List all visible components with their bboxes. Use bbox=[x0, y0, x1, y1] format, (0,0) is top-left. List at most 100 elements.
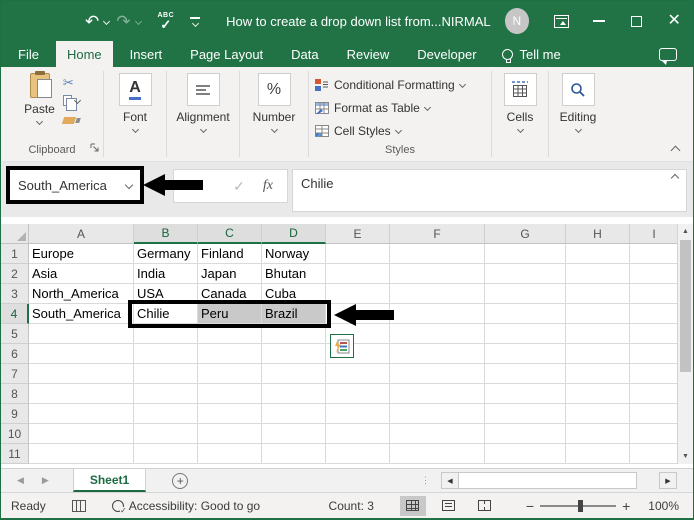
cell-H11[interactable] bbox=[566, 444, 630, 464]
cell-B6[interactable] bbox=[134, 344, 198, 364]
column-header-G[interactable]: G bbox=[485, 224, 566, 244]
row-header-6[interactable]: 6 bbox=[1, 344, 29, 364]
enter-icon[interactable]: ✓ bbox=[233, 178, 245, 195]
horizontal-scrollbar-thumb[interactable] bbox=[459, 472, 637, 489]
column-header-F[interactable]: F bbox=[390, 224, 485, 244]
cell-D2[interactable]: Bhutan bbox=[262, 264, 326, 284]
cell-F3[interactable] bbox=[390, 284, 485, 304]
collapse-ribbon-icon[interactable] bbox=[670, 145, 681, 156]
user-name[interactable]: NIRMAL bbox=[441, 14, 490, 29]
format-as-table-dropdown-icon[interactable] bbox=[423, 103, 431, 112]
scroll-down-icon[interactable]: ▼ bbox=[678, 449, 693, 464]
cell-G3[interactable] bbox=[485, 284, 566, 304]
cell-I11[interactable] bbox=[630, 444, 679, 464]
scroll-left-icon[interactable]: ◀ bbox=[441, 472, 459, 489]
cell-E2[interactable] bbox=[326, 264, 390, 284]
maximize-button[interactable] bbox=[618, 1, 656, 41]
cell-E8[interactable] bbox=[326, 384, 390, 404]
row-header-10[interactable]: 10 bbox=[1, 424, 29, 444]
cell-B10[interactable] bbox=[134, 424, 198, 444]
cell-F7[interactable] bbox=[390, 364, 485, 384]
tab-review[interactable]: Review bbox=[336, 41, 401, 67]
cell-G8[interactable] bbox=[485, 384, 566, 404]
minimize-button[interactable] bbox=[580, 1, 618, 41]
cell-G10[interactable] bbox=[485, 424, 566, 444]
row-header-3[interactable]: 3 bbox=[1, 284, 29, 304]
cell-C2[interactable]: Japan bbox=[198, 264, 262, 284]
row-header-1[interactable]: 1 bbox=[1, 244, 29, 264]
editing-button[interactable]: Editing bbox=[551, 73, 605, 144]
comments-icon[interactable] bbox=[659, 47, 677, 65]
sheet-tab-sheet1[interactable]: Sheet1 bbox=[72, 469, 147, 492]
cell-H9[interactable] bbox=[566, 404, 630, 424]
vertical-scrollbar-thumb[interactable] bbox=[680, 240, 691, 372]
cell-H8[interactable] bbox=[566, 384, 630, 404]
tab-page-layout[interactable]: Page Layout bbox=[179, 41, 274, 67]
row-header-9[interactable]: 9 bbox=[1, 404, 29, 424]
alignment-dropdown-icon[interactable] bbox=[199, 125, 207, 134]
cell-F2[interactable] bbox=[390, 264, 485, 284]
name-box[interactable]: South_America bbox=[10, 178, 126, 193]
row-header-7[interactable]: 7 bbox=[1, 364, 29, 384]
cell-I2[interactable] bbox=[630, 264, 679, 284]
zoom-out-button[interactable]: − bbox=[520, 498, 540, 514]
column-header-B[interactable]: B bbox=[134, 224, 198, 244]
cell-B5[interactable] bbox=[134, 324, 198, 344]
cell-A1[interactable]: Europe bbox=[29, 244, 134, 264]
cell-A2[interactable]: Asia bbox=[29, 264, 134, 284]
cell-H7[interactable] bbox=[566, 364, 630, 384]
vertical-scrollbar[interactable]: ▲ ▼ bbox=[677, 224, 693, 464]
cell-C5[interactable] bbox=[198, 324, 262, 344]
copy-icon[interactable] bbox=[62, 95, 77, 111]
scroll-right-icon[interactable]: ▶ bbox=[659, 472, 677, 489]
cell-I7[interactable] bbox=[630, 364, 679, 384]
cell-A3[interactable]: North_America bbox=[29, 284, 134, 304]
cell-styles-button[interactable]: Cell Styles bbox=[315, 119, 465, 142]
cell-I9[interactable] bbox=[630, 404, 679, 424]
cell-B4[interactable]: Chilie bbox=[134, 304, 198, 324]
accessibility-status[interactable]: Accessibility: Good to go bbox=[111, 499, 260, 515]
cell-H1[interactable] bbox=[566, 244, 630, 264]
avatar[interactable]: N bbox=[504, 8, 529, 34]
cell-styles-dropdown-icon[interactable] bbox=[394, 126, 402, 135]
cell-D7[interactable] bbox=[262, 364, 326, 384]
cell-H3[interactable] bbox=[566, 284, 630, 304]
cell-B3[interactable]: USA bbox=[134, 284, 198, 304]
paste-button[interactable]: Paste bbox=[24, 71, 55, 144]
cell-I10[interactable] bbox=[630, 424, 679, 444]
cell-G11[interactable] bbox=[485, 444, 566, 464]
cell-E9[interactable] bbox=[326, 404, 390, 424]
cell-B9[interactable] bbox=[134, 404, 198, 424]
column-header-I[interactable]: I bbox=[630, 224, 679, 244]
cell-E1[interactable] bbox=[326, 244, 390, 264]
next-sheet-icon[interactable]: ▶ bbox=[42, 475, 49, 486]
cell-H10[interactable] bbox=[566, 424, 630, 444]
format-as-table-button[interactable]: Format as Table bbox=[315, 96, 465, 119]
cell-G6[interactable] bbox=[485, 344, 566, 364]
cell-H6[interactable] bbox=[566, 344, 630, 364]
cell-C1[interactable]: Finland bbox=[198, 244, 262, 264]
format-painter-icon[interactable] bbox=[61, 116, 76, 124]
cell-G2[interactable] bbox=[485, 264, 566, 284]
cell-F1[interactable] bbox=[390, 244, 485, 264]
cell-G1[interactable] bbox=[485, 244, 566, 264]
column-header-D[interactable]: D bbox=[262, 224, 326, 244]
row-header-2[interactable]: 2 bbox=[1, 264, 29, 284]
undo-dropdown-icon[interactable] bbox=[103, 17, 111, 25]
cell-D8[interactable] bbox=[262, 384, 326, 404]
cell-B7[interactable] bbox=[134, 364, 198, 384]
cell-D10[interactable] bbox=[262, 424, 326, 444]
zoom-in-button[interactable]: + bbox=[616, 498, 636, 514]
cell-E11[interactable] bbox=[326, 444, 390, 464]
conditional-formatting-button[interactable]: Conditional Formatting bbox=[315, 73, 466, 96]
tab-file[interactable]: File bbox=[7, 41, 50, 67]
cell-D4[interactable]: Brazil bbox=[262, 304, 326, 324]
number-dropdown-icon[interactable] bbox=[270, 125, 278, 134]
cell-I3[interactable] bbox=[630, 284, 679, 304]
cell-I4[interactable] bbox=[630, 304, 679, 324]
select-all-button[interactable] bbox=[1, 224, 29, 244]
cell-B2[interactable]: India bbox=[134, 264, 198, 284]
macro-record-icon[interactable] bbox=[71, 499, 86, 512]
paste-dropdown-icon[interactable] bbox=[35, 117, 44, 126]
cell-F11[interactable] bbox=[390, 444, 485, 464]
